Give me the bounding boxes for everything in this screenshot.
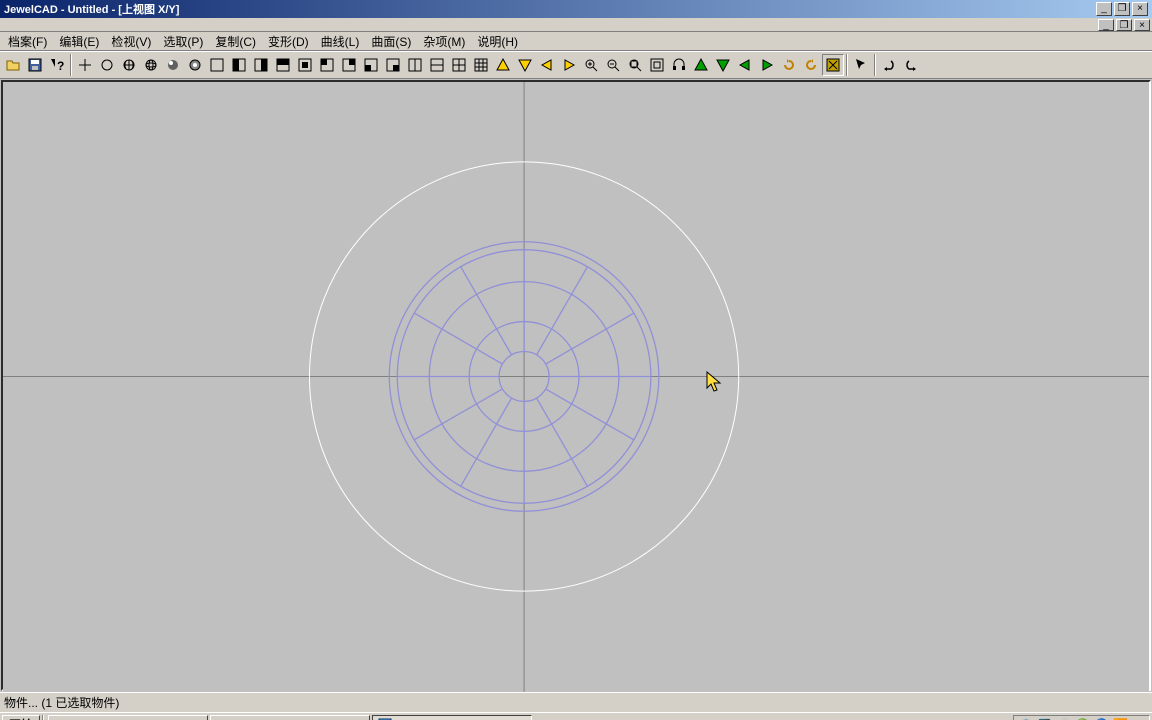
- view9-icon[interactable]: [382, 54, 404, 76]
- start-button[interactable]: 开始: [2, 715, 40, 720]
- view-grid-icon[interactable]: [448, 54, 470, 76]
- zoom-out-icon[interactable]: [602, 54, 624, 76]
- folder-icon: [53, 717, 69, 720]
- view5-icon[interactable]: [294, 54, 316, 76]
- warning-down-icon[interactable]: [514, 54, 536, 76]
- fit-window-icon[interactable]: [646, 54, 668, 76]
- view-grid2-icon[interactable]: [470, 54, 492, 76]
- mdi-close-button[interactable]: ×: [1134, 19, 1150, 31]
- view-split-v-icon[interactable]: [404, 54, 426, 76]
- headphones-icon[interactable]: [668, 54, 690, 76]
- task-button-documents[interactable]: H:\My Documents\201...: [48, 715, 208, 720]
- tray-icon-4[interactable]: 🟢: [1075, 717, 1091, 720]
- mdi-maximize-button[interactable]: ❐: [1116, 19, 1132, 31]
- rotate-cw-icon[interactable]: [778, 54, 800, 76]
- system-tray[interactable]: 🛡️ 🖥️ 🔊 🟢 🔵 📶 20: [1013, 715, 1150, 720]
- toolbar: ?: [0, 51, 1152, 79]
- cross-icon[interactable]: [74, 54, 96, 76]
- open-icon[interactable]: [2, 54, 24, 76]
- view6-icon[interactable]: [316, 54, 338, 76]
- redo-icon[interactable]: [900, 54, 922, 76]
- tray-icon-6[interactable]: 📶: [1113, 717, 1129, 720]
- maximize-button[interactable]: ❐: [1114, 2, 1130, 16]
- rotate-ccw-icon[interactable]: [800, 54, 822, 76]
- close-button[interactable]: ×: [1132, 2, 1148, 16]
- menu-file[interactable]: 档案(F): [2, 32, 53, 51]
- zoom-fit-icon[interactable]: [624, 54, 646, 76]
- circle-icon[interactable]: [96, 54, 118, 76]
- menu-bar: 档案(F) 编辑(E) 检视(V) 选取(P) 复制(C) 变形(D) 曲线(L…: [0, 32, 1152, 51]
- mdi-minimize-button[interactable]: _: [1098, 19, 1114, 31]
- menu-help[interactable]: 说明(H): [471, 32, 524, 51]
- status-bar: 物件... (1 已选取物件): [0, 692, 1152, 712]
- view3-icon[interactable]: [250, 54, 272, 76]
- menu-view[interactable]: 检视(V): [105, 32, 157, 51]
- title-bar: JewelCAD - Untitled - [上视图 X/Y] _ ❐ ×: [0, 0, 1152, 18]
- view1-icon[interactable]: [206, 54, 228, 76]
- globe-wire-icon[interactable]: [140, 54, 162, 76]
- tri-down-green-icon[interactable]: [712, 54, 734, 76]
- minimize-button[interactable]: _: [1096, 2, 1112, 16]
- globe-icon[interactable]: [118, 54, 140, 76]
- tray-icon-1[interactable]: 🛡️: [1018, 717, 1034, 720]
- view-split-h-icon[interactable]: [426, 54, 448, 76]
- drawing-canvas[interactable]: [3, 82, 1149, 692]
- menu-misc[interactable]: 杂项(M): [417, 32, 471, 51]
- view7-icon[interactable]: [338, 54, 360, 76]
- tri-up-green-icon[interactable]: [690, 54, 712, 76]
- pointer-icon[interactable]: [850, 54, 872, 76]
- volume-icon: [215, 717, 231, 720]
- svg-text:?: ?: [57, 59, 64, 73]
- tray-icon-3[interactable]: 🔊: [1056, 717, 1072, 720]
- save-icon[interactable]: [24, 54, 46, 76]
- app-icon: [377, 717, 393, 720]
- status-text: 物件... (1 已选取物件): [4, 694, 119, 711]
- tray-icon-2[interactable]: 🖥️: [1037, 717, 1053, 720]
- menu-surface[interactable]: 曲面(S): [365, 32, 417, 51]
- tri-right-green-icon[interactable]: [756, 54, 778, 76]
- viewport[interactable]: [1, 80, 1151, 691]
- warning-up-icon[interactable]: [492, 54, 514, 76]
- special-icon[interactable]: [822, 54, 844, 76]
- help-icon[interactable]: ?: [46, 54, 68, 76]
- menu-edit[interactable]: 编辑(E): [53, 32, 105, 51]
- view2-icon[interactable]: [228, 54, 250, 76]
- menu-copy[interactable]: 复制(C): [209, 32, 262, 51]
- taskbar: 开始 H:\My Documents\201... Master Volume …: [0, 712, 1152, 720]
- task-button-volume[interactable]: Master Volume: [210, 715, 370, 720]
- sphere-ring-icon[interactable]: [184, 54, 206, 76]
- tray-icon-5[interactable]: 🔵: [1094, 717, 1110, 720]
- arrow-right-icon[interactable]: [558, 54, 580, 76]
- tri-left-green-icon[interactable]: [734, 54, 756, 76]
- task-button-jewelcad[interactable]: JewelCAD - Untitled...: [372, 715, 532, 720]
- menu-curve[interactable]: 曲线(L): [315, 32, 366, 51]
- view8-icon[interactable]: [360, 54, 382, 76]
- menu-select[interactable]: 选取(P): [157, 32, 209, 51]
- menu-deform[interactable]: 变形(D): [262, 32, 315, 51]
- undo-icon[interactable]: [878, 54, 900, 76]
- sphere-shade-icon[interactable]: [162, 54, 184, 76]
- zoom-in-icon[interactable]: [580, 54, 602, 76]
- arrow-left-icon[interactable]: [536, 54, 558, 76]
- title-text: JewelCAD - Untitled - [上视图 X/Y]: [2, 1, 1094, 17]
- view4-icon[interactable]: [272, 54, 294, 76]
